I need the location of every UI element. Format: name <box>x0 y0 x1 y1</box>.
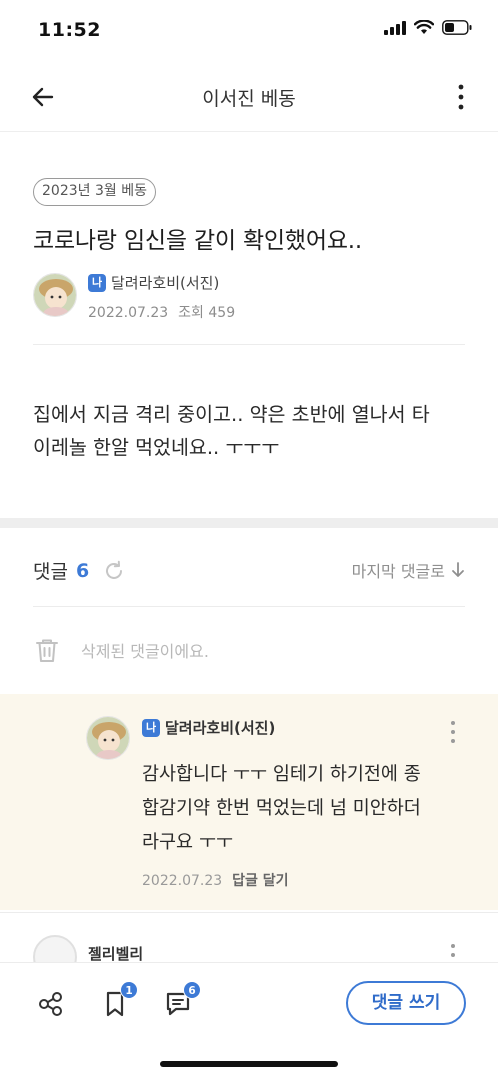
more-vertical-icon <box>458 84 464 110</box>
share-button[interactable] <box>36 989 66 1019</box>
post-body-line: 이레놀 한알 먹었네요.. ㅜㅜㅜ <box>33 436 280 459</box>
deleted-comment-text: 삭제된 댓글이에요. <box>81 642 209 661</box>
reply-button[interactable]: 답글 달기 <box>232 873 288 889</box>
section-divider <box>0 518 498 528</box>
comment-count-badge: 6 <box>183 981 201 999</box>
reply-text: 감사합니다 ㅜㅜ 임테기 하기전에 종 합감기약 한번 먹었는데 넘 미안하더 … <box>142 758 472 860</box>
author-name: 달려라호비(서진) <box>111 274 220 292</box>
category-badge[interactable]: 2023년 3월 베동 <box>33 178 156 206</box>
home-indicator <box>160 1061 338 1067</box>
reply-comment: 나 달려라호비(서진) 감사합니다 ㅜㅜ 임테기 하기전에 종 합감기약 한번 먹… <box>0 694 498 910</box>
battery-icon <box>442 20 472 35</box>
status-icons <box>384 20 472 35</box>
arrow-down-icon <box>452 562 464 577</box>
reply-text-line: 라구요 ㅜㅜ <box>142 832 233 853</box>
more-options-button[interactable] <box>454 82 468 112</box>
trash-icon <box>36 639 58 662</box>
app-header: 이서진 베동 <box>0 62 498 132</box>
level-badge: 나 <box>142 718 160 737</box>
post-date: 2022.07.23 <box>88 305 169 321</box>
post-title: 코로나랑 임신을 같이 확인했어요.. <box>33 228 362 254</box>
write-comment-button[interactable]: 댓글 쓰기 <box>346 981 466 1025</box>
post-body-line: 집에서 지금 격리 중이고.. 약은 초반에 열나서 타 <box>33 403 430 426</box>
wifi-icon <box>414 20 434 34</box>
comment-count: 6 <box>75 559 90 582</box>
bookmark-button[interactable]: 1 <box>100 981 138 1019</box>
comment-item: 젤리벨리 <box>0 912 498 979</box>
deleted-comment: 삭제된 댓글이에요. <box>33 636 209 664</box>
comment-count-header: 댓글 6 <box>33 557 125 584</box>
sort-last-comment-button[interactable]: 마지막 댓글로 <box>352 558 465 582</box>
reply-meta: 2022.07.23 답글 달기 <box>142 870 289 890</box>
signal-icon <box>384 20 406 35</box>
reply-date: 2022.07.23 <box>142 873 223 889</box>
view-count: 조회 459 <box>178 305 236 321</box>
reply-author-avatar[interactable] <box>86 716 130 760</box>
level-badge: 나 <box>88 273 106 292</box>
reply-text-line: 합감기약 한번 먹었는데 넘 미안하더 <box>142 798 421 819</box>
reply-more-button[interactable] <box>448 720 458 748</box>
more-vertical-icon <box>451 721 455 743</box>
comments-button[interactable]: 6 <box>163 981 201 1019</box>
post-body: 집에서 지금 격리 중이고.. 약은 초반에 열나서 타 이레놀 한알 먹었네요… <box>33 398 473 464</box>
reply-author-name: 달려라호비(서진) <box>165 719 276 737</box>
more-vertical-icon <box>451 944 455 957</box>
divider <box>33 344 465 345</box>
post-meta: 2022.07.23 조회 459 <box>88 302 235 322</box>
share-icon <box>39 992 62 1016</box>
comment-author-name[interactable]: 젤리벨리 <box>88 943 143 964</box>
sort-label: 마지막 댓글로 <box>351 562 445 581</box>
bookmark-count-badge: 1 <box>120 981 138 999</box>
refresh-icon[interactable] <box>103 560 125 582</box>
author-avatar[interactable] <box>33 273 77 317</box>
page-title: 이서진 베동 <box>202 88 296 110</box>
reply-text-line: 감사합니다 ㅜㅜ 임테기 하기전에 종 <box>142 764 421 785</box>
post-author[interactable]: 나 달려라호비(서진) <box>88 272 219 293</box>
comment-label: 댓글 <box>33 561 68 583</box>
divider <box>33 606 465 607</box>
status-bar: 11:52 <box>0 0 498 60</box>
avatar-illustration-icon <box>87 717 129 759</box>
status-time: 11:52 <box>38 19 101 41</box>
avatar-illustration-icon <box>34 274 76 316</box>
reply-author[interactable]: 나 달려라호비(서진) <box>142 717 275 738</box>
bottom-action-bar: 1 6 댓글 쓰기 <box>0 962 498 1042</box>
